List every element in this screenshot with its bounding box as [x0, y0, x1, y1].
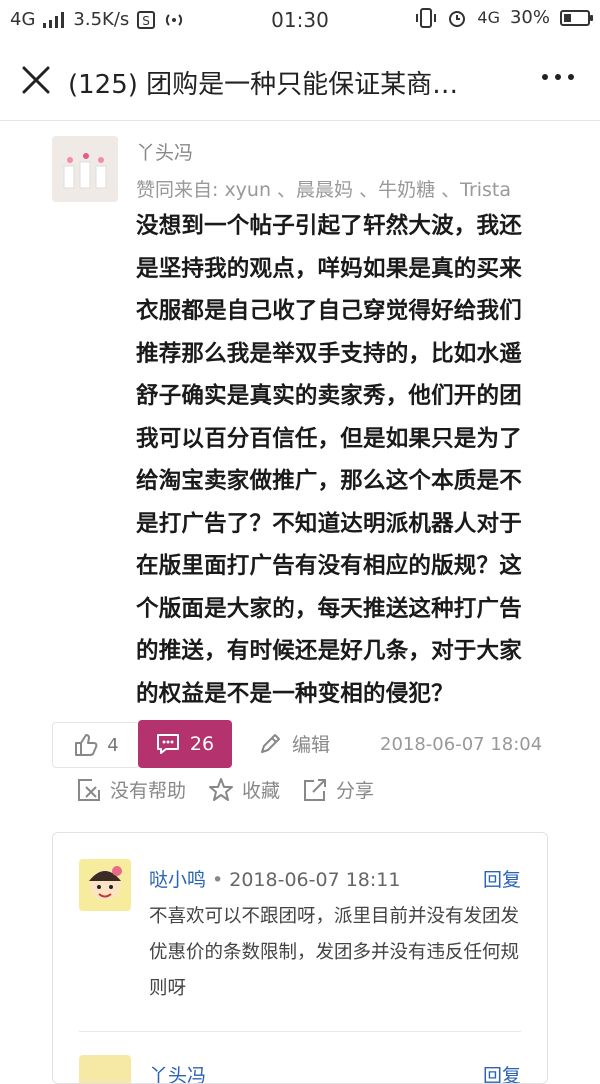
upvoters-line: 赞同来自: xyun 、晨晨妈 、牛奶糖 、Trista	[136, 179, 512, 201]
reply-link[interactable]: 回复	[483, 1061, 521, 1083]
comment-icon	[156, 734, 179, 754]
post-actions: 4 26 编辑 2018-06-07 18:04	[52, 720, 552, 768]
cartoon-avatar-image	[79, 859, 131, 911]
star-icon	[209, 777, 234, 801]
post-content: 没想到一个帖子引起了轩然大波，我还是坚持我的观点，咩妈如果是真的买来衣服都是自己…	[136, 213, 522, 707]
network-right-label: 4G	[477, 8, 500, 27]
battery-percent: 30%	[509, 7, 550, 28]
thumbs-up-icon	[75, 734, 98, 756]
unhelpful-button[interactable]: 没有帮助	[76, 776, 186, 803]
battery-level	[564, 13, 571, 22]
comment-avatar[interactable]	[79, 859, 131, 911]
like-count: 4	[107, 734, 119, 756]
like-button[interactable]: 4	[52, 722, 140, 768]
avatar-image	[52, 136, 118, 202]
unhelpful-label: 没有帮助	[110, 780, 187, 802]
comment-author[interactable]: 丫头冯	[149, 1061, 206, 1083]
author-avatar[interactable]	[52, 136, 118, 202]
comment-content: 不喜欢可以不跟团呀，派里目前并没有发团发优惠价的条数限制，发团多并没有违反任何规…	[149, 906, 520, 999]
more-dot	[555, 74, 561, 80]
comment-author[interactable]: 哒小鸣	[149, 869, 206, 891]
comment-count: 26	[189, 733, 215, 755]
unhelpful-icon	[78, 778, 100, 801]
more-dot	[568, 74, 574, 80]
comment-time: 2018-06-07 18:11	[229, 869, 401, 891]
post-author[interactable]: 丫头冯	[136, 138, 193, 165]
favorite-button[interactable]: 收藏	[208, 776, 280, 803]
more-button[interactable]	[542, 74, 574, 80]
comments-box: 哒小鸣 • 2018-06-07 18:11 回复 不喜欢可以不跟团呀，派里目前并没…	[52, 832, 548, 1084]
battery-icon	[560, 9, 593, 26]
status-bar: 4G 3.5K/s S 01:30 4G 30%	[0, 0, 600, 40]
comment-header: 哒小鸣 • 2018-06-07 18:11	[149, 865, 400, 892]
comment-avatar[interactable]	[79, 1055, 131, 1083]
alarm-icon	[449, 10, 466, 27]
vibrate-icon	[416, 7, 437, 28]
nav-bar: (125) 团购是一种只能保证某商…	[0, 40, 600, 121]
close-icon	[22, 66, 50, 94]
post-timestamp: 2018-06-07 18:04	[380, 734, 543, 755]
edit-button[interactable]: 编辑	[258, 730, 330, 757]
reply-link[interactable]: 回复	[483, 865, 521, 892]
separator-dot: •	[212, 869, 224, 891]
page-title: (125) 团购是一种只能保证某商…	[68, 70, 459, 100]
pencil-icon	[261, 733, 280, 753]
share-icon	[304, 778, 327, 801]
status-right: 4G 30%	[415, 7, 593, 28]
more-dot	[542, 74, 548, 80]
edit-label: 编辑	[292, 734, 331, 756]
favorite-label: 收藏	[242, 780, 281, 802]
share-button[interactable]: 分享	[302, 776, 374, 803]
comment-button[interactable]: 26	[138, 720, 232, 768]
post-secondary-actions: 没有帮助 收藏 分享	[76, 776, 374, 803]
close-button[interactable]	[18, 62, 54, 98]
share-label: 分享	[336, 780, 375, 802]
comment-divider	[79, 1031, 521, 1032]
